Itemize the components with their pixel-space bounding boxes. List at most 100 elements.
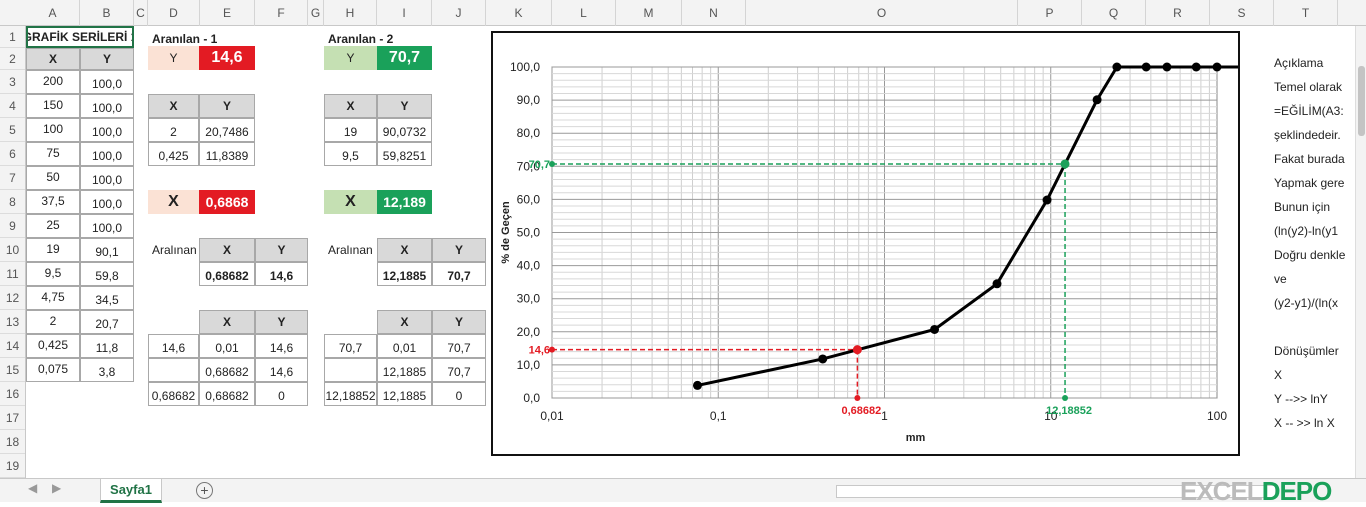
row-header-16[interactable]: 16 — [0, 382, 25, 406]
search2-found-header-y[interactable]: Y — [432, 238, 486, 262]
search1-lines-r1-c2[interactable]: 0,01 — [199, 334, 255, 358]
vertical-scroll-thumb[interactable] — [1358, 66, 1365, 136]
column-header-l[interactable]: L — [552, 0, 616, 26]
series-x-cell[interactable]: 2 — [26, 310, 80, 334]
series-x-header[interactable]: X — [26, 48, 80, 70]
series-y-cell[interactable]: 59,8 — [80, 262, 134, 286]
note-line[interactable]: Bunun için — [1268, 192, 1364, 216]
row-header-13[interactable]: 13 — [0, 310, 25, 334]
search1-x-value[interactable]: 0,6868 — [199, 190, 255, 214]
series-y-cell[interactable]: 20,7 — [80, 310, 134, 334]
search2-x-value[interactable]: 12,189 — [377, 190, 432, 214]
search2-lines-r2-c2[interactable]: 12,1885 — [377, 358, 432, 382]
search2-found-x[interactable]: 12,1885 — [377, 262, 432, 286]
row-header-15[interactable]: 15 — [0, 358, 25, 382]
search1-pair-header-y[interactable]: Y — [199, 94, 255, 118]
column-header-b[interactable]: B — [80, 0, 134, 26]
search2-lines-r2-c3[interactable]: 70,7 — [432, 358, 486, 382]
row-header-3[interactable]: 3 — [0, 70, 25, 94]
search2-lines-r1-c2[interactable]: 0,01 — [377, 334, 432, 358]
note-line[interactable]: Dönüşümler — [1268, 336, 1364, 360]
search2-y-label[interactable]: Y — [324, 46, 377, 70]
column-header-e[interactable]: E — [200, 0, 255, 26]
search2-pair-header-y[interactable]: Y — [377, 94, 432, 118]
column-header-n[interactable]: N — [682, 0, 746, 26]
note-line[interactable]: ve — [1268, 264, 1364, 288]
series-y-cell[interactable]: 11,8 — [80, 334, 134, 358]
column-header-r[interactable]: R — [1146, 0, 1210, 26]
series-x-cell[interactable]: 200 — [26, 70, 80, 94]
note-line[interactable]: X — [1268, 360, 1364, 384]
plus-circle-icon[interactable]: + — [196, 482, 213, 499]
column-header-h[interactable]: H — [324, 0, 377, 26]
series-y-cell[interactable]: 100,0 — [80, 94, 134, 118]
series-x-cell[interactable]: 0,425 — [26, 334, 80, 358]
note-line[interactable] — [1268, 312, 1364, 336]
note-line[interactable]: =EĞİLİM(A3: — [1268, 96, 1364, 120]
column-header-t[interactable]: T — [1274, 0, 1338, 26]
search2-lines-header-y[interactable]: Y — [432, 310, 486, 334]
row-header-11[interactable]: 11 — [0, 262, 25, 286]
search2-pair-r1-y[interactable]: 90,0732 — [377, 118, 432, 142]
search1-found-header-y[interactable]: Y — [255, 238, 308, 262]
row-header-9[interactable]: 9 — [0, 214, 25, 238]
search1-y-value[interactable]: 14,6 — [199, 46, 255, 70]
row-header-8[interactable]: 8 — [0, 190, 25, 214]
column-header-m[interactable]: M — [616, 0, 682, 26]
series-y-cell[interactable]: 100,0 — [80, 70, 134, 94]
row-header-10[interactable]: 10 — [0, 238, 25, 262]
series-y-cell[interactable]: 100,0 — [80, 166, 134, 190]
series-x-cell[interactable]: 100 — [26, 118, 80, 142]
series-y-cell[interactable]: 100,0 — [80, 118, 134, 142]
note-line[interactable]: Temel olarak — [1268, 72, 1364, 96]
row-header-14[interactable]: 14 — [0, 334, 25, 358]
row-header-19[interactable]: 19 — [0, 454, 25, 478]
search2-found-y[interactable]: 70,7 — [432, 262, 486, 286]
search1-lines-header-y[interactable]: Y — [255, 310, 308, 334]
search2-found-header-x[interactable]: X — [377, 238, 432, 262]
series-x-cell[interactable]: 50 — [26, 166, 80, 190]
search2-lines-r2-c1[interactable] — [324, 358, 377, 382]
search1-found-y[interactable]: 14,6 — [255, 262, 308, 286]
search2-lines-r1-c1[interactable]: 70,7 — [324, 334, 377, 358]
row-header-4[interactable]: 4 — [0, 94, 25, 118]
note-line[interactable]: şeklindedeir. — [1268, 120, 1364, 144]
note-line[interactable]: Açıklama — [1268, 48, 1364, 72]
row-header-7[interactable]: 7 — [0, 166, 25, 190]
search1-lines-r2-c2[interactable]: 0,68682 — [199, 358, 255, 382]
column-header-k[interactable]: K — [486, 0, 552, 26]
search2-pair-r2-x[interactable]: 9,5 — [324, 142, 377, 166]
note-line[interactable]: Yapmak gere — [1268, 168, 1364, 192]
row-header-2[interactable]: 2 — [0, 48, 25, 70]
series-y-cell[interactable]: 34,5 — [80, 286, 134, 310]
search1-pair-r2-x[interactable]: 0,425 — [148, 142, 199, 166]
column-header-a[interactable]: A — [26, 0, 80, 26]
column-header-i[interactable]: I — [377, 0, 432, 26]
series-x-cell[interactable]: 37,5 — [26, 190, 80, 214]
search2-lines-r3-c3[interactable]: 0 — [432, 382, 486, 406]
search1-lines-r2-c3[interactable]: 14,6 — [255, 358, 308, 382]
row-header-12[interactable]: 12 — [0, 286, 25, 310]
series-y-cell[interactable]: 90,1 — [80, 238, 134, 262]
column-header-g[interactable]: G — [308, 0, 324, 26]
search1-pair-r2-y[interactable]: 11,8389 — [199, 142, 255, 166]
series-x-cell[interactable]: 4,75 — [26, 286, 80, 310]
series-x-cell[interactable]: 25 — [26, 214, 80, 238]
search1-lines-header-x[interactable]: X — [199, 310, 255, 334]
search1-y-label[interactable]: Y — [148, 46, 199, 70]
series-x-cell[interactable]: 75 — [26, 142, 80, 166]
series-y-cell[interactable]: 3,8 — [80, 358, 134, 382]
series-x-cell[interactable]: 0,075 — [26, 358, 80, 382]
series-y-cell[interactable]: 100,0 — [80, 142, 134, 166]
search2-lines-r1-c3[interactable]: 70,7 — [432, 334, 486, 358]
note-line[interactable]: Doğru denkle — [1268, 240, 1364, 264]
row-header-18[interactable]: 18 — [0, 430, 25, 454]
chart-area[interactable]: 0,0 10,0 20,0 30,0 40,0 50,0 60,0 70,0 80,0 90,0 1… — [491, 31, 1272, 456]
search1-found-header-x[interactable]: X — [199, 238, 255, 262]
column-header-c[interactable]: C — [134, 0, 148, 26]
series-y-header[interactable]: Y — [80, 48, 134, 70]
row-header-17[interactable]: 17 — [0, 406, 25, 430]
series-x-cell[interactable]: 150 — [26, 94, 80, 118]
search1-pair-header-x[interactable]: X — [148, 94, 199, 118]
column-header-p[interactable]: P — [1018, 0, 1082, 26]
